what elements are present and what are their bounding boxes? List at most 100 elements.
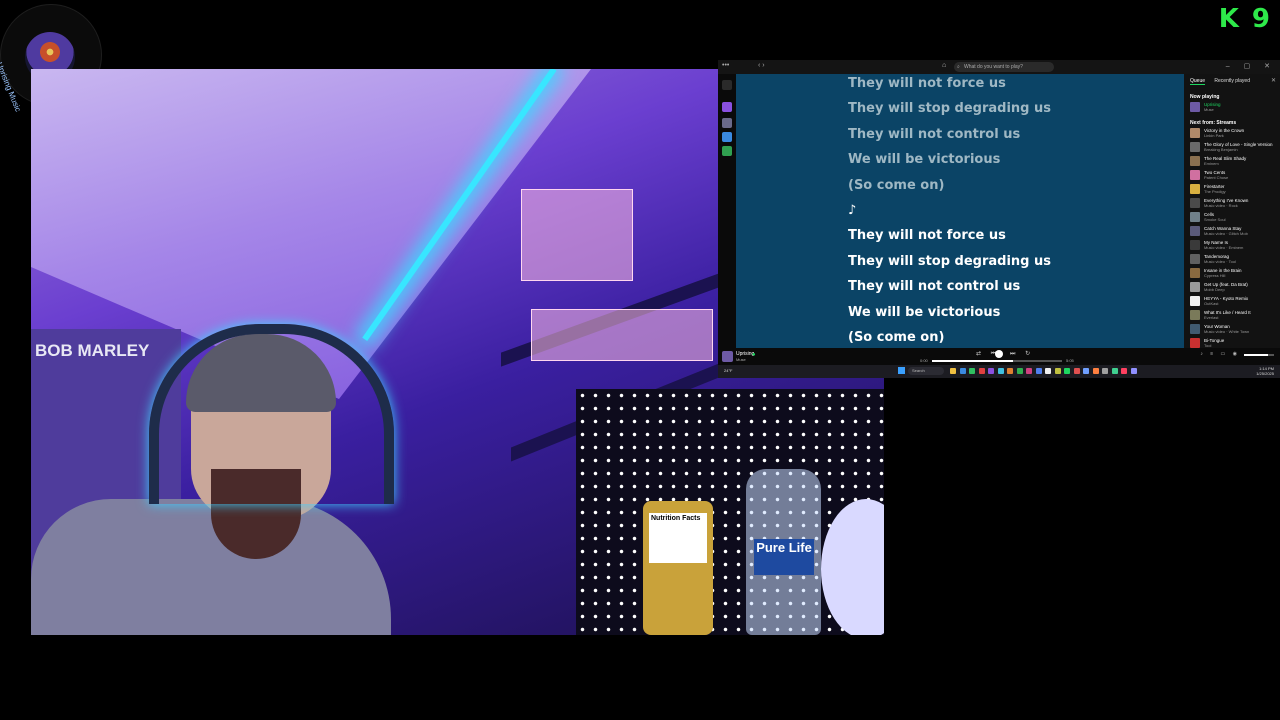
taskbar-app-icon[interactable] — [1016, 368, 1023, 374]
queue-item[interactable]: Tandemorag Music video · Tool — [1190, 254, 1276, 266]
taskbar-app-icon[interactable] — [1102, 368, 1108, 374]
lyric-line[interactable]: We will be victorious — [848, 152, 1000, 167]
lyric-line[interactable]: They will not control us — [848, 127, 1020, 142]
queue-item[interactable]: Two Cents Patent Chose — [1190, 170, 1276, 182]
total-time: 5:05 — [1066, 358, 1074, 363]
back-arrow-icon[interactable]: ‹ › — [758, 62, 765, 69]
taskbar-app-icon[interactable] — [1073, 368, 1080, 374]
lyrics-panel: They will not force us They will stop deg… — [736, 74, 1184, 348]
queue-item[interactable]: Victory in the Crown Linkin Park — [1190, 128, 1276, 140]
liked-icon[interactable]: ● — [752, 352, 756, 358]
right-controls[interactable]: ♪ ≡ ▭ ◉ — [1200, 351, 1240, 357]
taskbar-app-icon[interactable] — [1092, 368, 1099, 374]
taskbar-app-icon[interactable] — [1007, 368, 1013, 374]
lyric-line[interactable]: They will not control us — [848, 279, 1020, 294]
taskbar-search[interactable]: Search — [908, 367, 944, 375]
search-input[interactable]: ⌕ What do you want to play? — [954, 62, 1054, 72]
now-playing-thumb[interactable] — [722, 351, 733, 362]
brand-badge: K 9 — [1218, 4, 1272, 34]
taskbar-app-icon[interactable] — [1045, 368, 1051, 374]
taskbar-app-icon[interactable] — [1121, 368, 1127, 374]
album-thumb — [1190, 170, 1200, 180]
lyric-line[interactable]: They will stop degrading us — [848, 254, 1051, 269]
clock[interactable]: 1:14 PM 1/25/2025 — [1256, 366, 1274, 376]
queue-item[interactable]: Everything I've Known Music video · Rock — [1190, 198, 1276, 210]
album-thumb — [1190, 282, 1200, 292]
next-controls[interactable]: ⏭ ↻ — [1010, 350, 1034, 358]
taskbar-app-icon[interactable] — [1054, 368, 1061, 374]
search-placeholder: What do you want to play? — [964, 64, 1023, 70]
lyric-line[interactable]: We will be victorious — [848, 305, 1000, 320]
tab-recently-played[interactable]: Recently played — [1214, 78, 1250, 84]
taskbar-app-icon[interactable] — [969, 368, 975, 374]
queue-item[interactable]: My Name Is Music video · Eminem — [1190, 240, 1276, 252]
track-artist: Breaking Benjamin — [1204, 147, 1238, 152]
track-artist: The Prodigy — [1204, 189, 1226, 194]
queue-item[interactable]: Firestarter The Prodigy — [1190, 184, 1276, 196]
lyric-line[interactable]: They will not force us — [848, 228, 1006, 243]
can-label: Nutrition Facts — [649, 513, 707, 563]
menu-dots-icon[interactable]: ••• — [722, 62, 729, 69]
taskbar-app-icon[interactable] — [1083, 368, 1089, 374]
lyric-line[interactable]: ♪ — [848, 203, 856, 218]
next-label: Next from: Streams — [1190, 120, 1237, 126]
window-controls[interactable]: – ▢ ✕ — [1226, 62, 1276, 70]
close-icon[interactable]: ✕ — [1271, 77, 1276, 84]
lyric-line[interactable]: (So come on) — [848, 178, 944, 193]
display-box — [531, 309, 713, 361]
taskbar-app-icon[interactable] — [959, 368, 966, 374]
volume-slider[interactable] — [1244, 354, 1274, 356]
album-thumb — [1190, 240, 1200, 250]
track-artist: Everlast — [1204, 315, 1219, 320]
taskbar-app-icon[interactable] — [1026, 368, 1032, 374]
queue-item[interactable]: Your Woman Music video · White Town — [1190, 324, 1276, 336]
weather-widget[interactable]: 24°F — [724, 368, 733, 373]
album-thumb — [1190, 128, 1200, 138]
taskbar-app-icon[interactable] — [997, 368, 1004, 374]
queue-item[interactable]: The Glory of Love - Single Version Breaki… — [1190, 142, 1276, 154]
album-thumb — [1190, 212, 1200, 222]
queue-item[interactable]: The Real Slim Shady Eminem — [1190, 156, 1276, 168]
taskbar-app-icon[interactable] — [950, 368, 956, 374]
track-artist: Music video · Glitch Mob — [1204, 231, 1248, 236]
queue-item[interactable]: Cells Smoke Soul — [1190, 212, 1276, 224]
playlist-item[interactable] — [722, 102, 732, 112]
taskbar-app-icon[interactable] — [1064, 368, 1070, 374]
lyric-line[interactable]: They will stop degrading us — [848, 101, 1051, 116]
tab-queue[interactable]: Queue — [1190, 78, 1206, 85]
queue-item[interactable]: What It's Like / Heard It Everlast — [1190, 310, 1276, 322]
playlist-item[interactable] — [722, 118, 732, 128]
play-pause-button[interactable] — [995, 350, 1003, 358]
queue-item[interactable]: Get Up (feat. Da Brat) Mobb Deep — [1190, 282, 1276, 294]
track-artist: Linkin Park — [1204, 133, 1224, 138]
track-artist: Music video · Tool — [1204, 259, 1236, 264]
home-icon[interactable]: ⌂ — [942, 62, 946, 69]
progress-fill — [932, 360, 1013, 362]
album-thumb — [1190, 254, 1200, 264]
taskbar-app-icon[interactable] — [988, 368, 994, 374]
now-playing-artist[interactable]: Muse — [736, 357, 746, 362]
playlist-item[interactable] — [722, 132, 732, 142]
library-icon[interactable] — [722, 80, 732, 90]
queue-item[interactable]: Catch Wanna Stay Music video · Glitch Mob — [1190, 226, 1276, 238]
album-thumb — [1190, 324, 1200, 334]
track-artist: Patent Chose — [1204, 175, 1229, 180]
progress-bar[interactable] — [932, 360, 1062, 362]
lyric-line[interactable]: They will not force us — [848, 76, 1006, 91]
album-thumb — [1190, 268, 1200, 278]
taskbar-app-icon[interactable] — [1130, 368, 1137, 374]
taskbar-app-icon[interactable] — [978, 368, 985, 374]
queue-item[interactable]: Insane in the Brain Cypress Hill — [1190, 268, 1276, 280]
bottle-label: Pure Life — [754, 539, 814, 575]
queue-item[interactable]: HEYYA - Kyoto Remix OutKast — [1190, 296, 1276, 308]
queue-item[interactable]: Bi-Tongue Tool — [1190, 338, 1276, 348]
queue-tabs: Queue Recently played — [1190, 78, 1258, 85]
now-playing-row[interactable]: Uprising Muse — [1190, 102, 1276, 114]
poster-text: BOB MARLEY — [35, 341, 150, 360]
taskbar-app-icon[interactable] — [1035, 368, 1042, 374]
track-artist: Music video · Rock — [1204, 203, 1238, 208]
taskbar-app-icon[interactable] — [1111, 368, 1118, 374]
start-button[interactable] — [898, 367, 905, 374]
lyric-line[interactable]: (So come on) — [848, 330, 944, 345]
playlist-item[interactable] — [722, 146, 732, 156]
